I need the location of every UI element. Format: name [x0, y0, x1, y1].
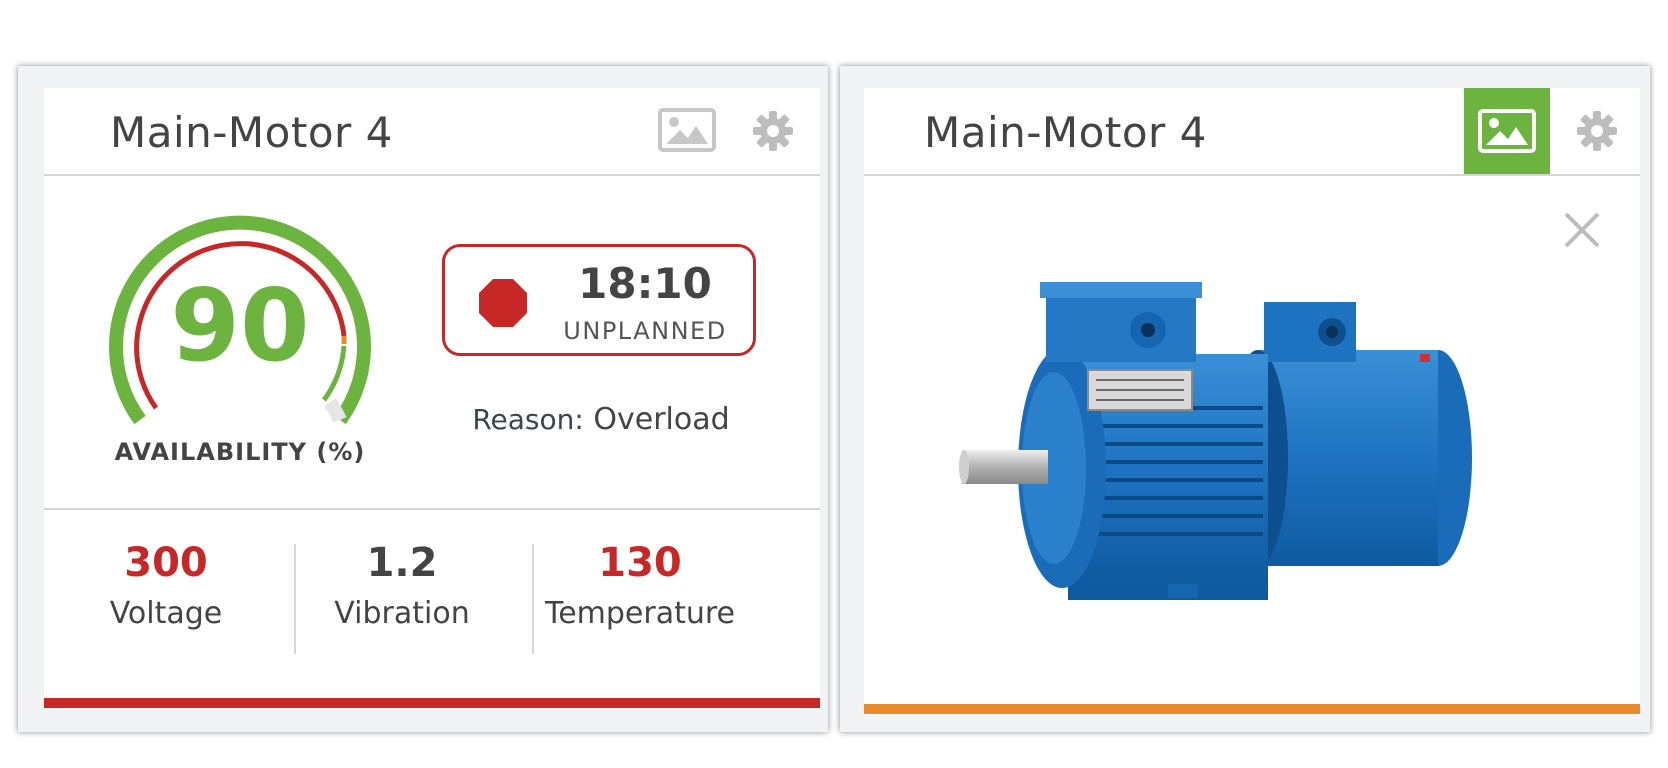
widget-header: Main-Motor 4	[864, 88, 1640, 176]
electric-motor-image	[959, 282, 1472, 600]
settings-button[interactable]	[1574, 108, 1620, 154]
availability-value: 90	[170, 267, 310, 384]
divider	[44, 508, 820, 510]
settings-button[interactable]	[750, 108, 796, 154]
metric-vibration: 1.2 Vibration	[282, 540, 522, 631]
motor-widget-image: Main-Motor 4	[840, 66, 1650, 732]
metric-value: 130	[598, 540, 682, 586]
gear-icon	[753, 111, 793, 151]
metric-voltage: 300 Voltage	[46, 540, 286, 631]
image-icon	[1478, 109, 1536, 153]
close-icon[interactable]	[1560, 208, 1604, 252]
metric-temperature: 130 Temperature	[520, 540, 760, 631]
gear-icon	[1577, 111, 1617, 151]
status-bar-alarm	[44, 698, 820, 708]
image-view-button[interactable]	[656, 106, 718, 154]
downtime-status[interactable]: 18:10 UNPLANNED	[442, 244, 756, 356]
widget-card: Main-Motor 4	[864, 88, 1640, 716]
widget-title: Main-Motor 4	[924, 108, 1207, 157]
metric-label: Temperature	[544, 596, 736, 631]
motor-widget-summary: Main-Motor 4 90 AVAILABILITY (%) 18:10 U…	[18, 66, 828, 732]
stop-icon	[479, 279, 527, 327]
downtime-type: UNPLANNED	[563, 317, 727, 345]
metric-label: Voltage	[109, 596, 223, 631]
downtime-duration: 18:10	[578, 259, 712, 308]
image-icon	[658, 108, 716, 152]
availability-label: AVAILABILITY (%)	[114, 438, 366, 466]
widget-card: Main-Motor 4	[44, 88, 820, 708]
metric-value: 1.2	[366, 540, 438, 586]
metric-value: 300	[124, 540, 208, 586]
metric-label: Vibration	[334, 596, 470, 631]
downtime-reason: Reason: Overload	[424, 402, 778, 437]
dashboard: Main-Motor 4 90 AVAILABILITY (%) 18:10 U…	[0, 0, 1668, 768]
reason-value: Overload	[593, 402, 730, 437]
reason-key: Reason:	[472, 403, 584, 436]
status-bar-warning	[864, 704, 1640, 714]
widget-header: Main-Motor 4	[44, 88, 820, 176]
widget-title: Main-Motor 4	[110, 108, 393, 157]
image-view-button-active[interactable]	[1464, 88, 1550, 174]
